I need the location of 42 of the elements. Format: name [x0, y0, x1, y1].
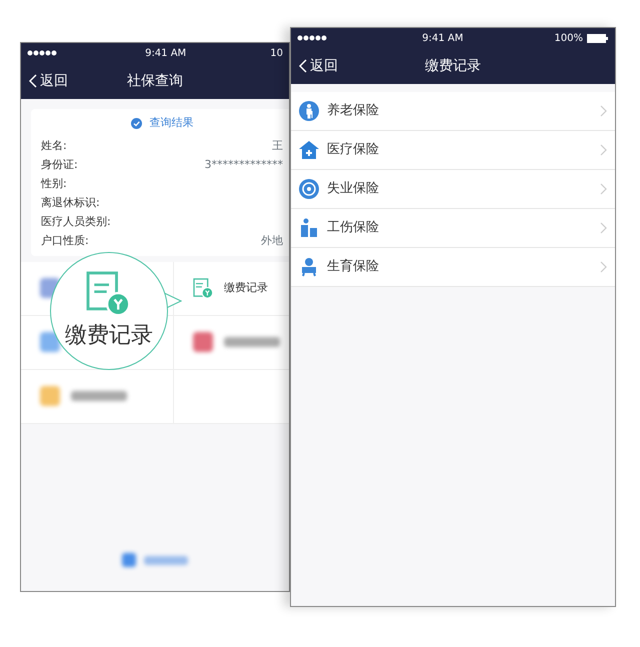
elderly-person-icon: [299, 101, 319, 121]
blurred-label: [224, 337, 280, 347]
chevron-right-icon: [600, 261, 607, 273]
field-value: 外地: [261, 232, 283, 248]
house-cross-icon: [299, 140, 319, 160]
document-yuan-icon: [192, 277, 214, 299]
battery-level: 10: [270, 46, 283, 60]
battery-level: 100%: [554, 32, 583, 46]
screen-title: 社保查询: [127, 72, 183, 90]
field-label: 户口性质:: [41, 232, 89, 248]
field-label: 医疗人员类别:: [41, 214, 111, 230]
field-label: 性别:: [41, 176, 67, 192]
back-button[interactable]: 返回: [21, 70, 76, 92]
back-button[interactable]: 返回: [291, 56, 346, 76]
check-circle-icon: [130, 118, 142, 129]
field-value: 王: [272, 138, 283, 154]
chevron-right-icon: [600, 105, 607, 117]
list-item[interactable]: 医疗保险: [291, 131, 615, 170]
chevron-right-icon: [600, 183, 607, 195]
screen-title: 缴费记录: [425, 56, 481, 76]
battery-icon: [586, 34, 609, 42]
person-icon: [299, 218, 319, 238]
chevron-left-icon: [29, 74, 37, 88]
field-label: 离退休标识:: [41, 194, 100, 210]
field-value: 3*************: [204, 156, 283, 172]
list-item[interactable]: 失业保险: [291, 170, 615, 209]
chevron-left-icon: [299, 59, 307, 73]
baby-icon: [299, 257, 319, 277]
callout-label: 缴费记录: [65, 322, 153, 350]
status-time: 9:41 AM: [422, 32, 464, 46]
list-item[interactable]: 养老保险: [291, 92, 615, 131]
list-item[interactable]: 生育保险: [291, 248, 615, 287]
blurred-label: [144, 556, 188, 564]
chevron-right-icon: [600, 222, 607, 234]
blurred-label: [71, 391, 127, 401]
chevron-right-icon: [600, 144, 607, 156]
status-time: 9:41 AM: [145, 46, 186, 60]
result-title: 查询结果: [150, 115, 194, 131]
circle-emblem-icon: [299, 179, 319, 199]
field-label: 姓名:: [41, 138, 67, 154]
list-item[interactable]: 工伤保险: [291, 209, 615, 248]
field-label: 身份证:: [41, 156, 78, 172]
